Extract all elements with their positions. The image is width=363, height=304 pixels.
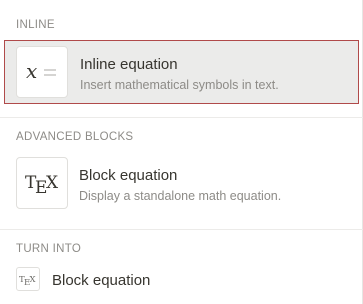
divider [0, 229, 363, 230]
section-label-advanced-blocks: ADVANCED BLOCKS [16, 131, 134, 143]
svg-text:x: x [26, 59, 37, 83]
menu-item-block-equation[interactable]: T E X Block equation Display a standalon… [4, 152, 359, 216]
item-title: Block equation [79, 167, 178, 184]
item-description: Display a standalone math equation. [79, 189, 282, 203]
svg-text:X: X [46, 173, 59, 193]
divider [0, 117, 363, 118]
slash-command-menu: INLINE x Inline equation Insert mathemat… [0, 0, 363, 304]
menu-item-turn-into-block-equation[interactable]: T E X Block equation [4, 264, 359, 296]
svg-text:X: X [30, 275, 37, 285]
menu-item-inline-equation[interactable]: x Inline equation Insert mathematical sy… [4, 40, 359, 104]
section-label-turn-into: TURN INTO [16, 243, 82, 255]
x-equation-icon: x [16, 46, 68, 98]
tex-icon: T E X [16, 157, 68, 209]
item-description: Insert mathematical symbols in text. [80, 78, 279, 92]
tex-icon: T E X [16, 267, 40, 291]
item-title: Inline equation [80, 56, 178, 73]
item-title: Block equation [52, 272, 151, 289]
section-label-inline: INLINE [16, 19, 55, 31]
